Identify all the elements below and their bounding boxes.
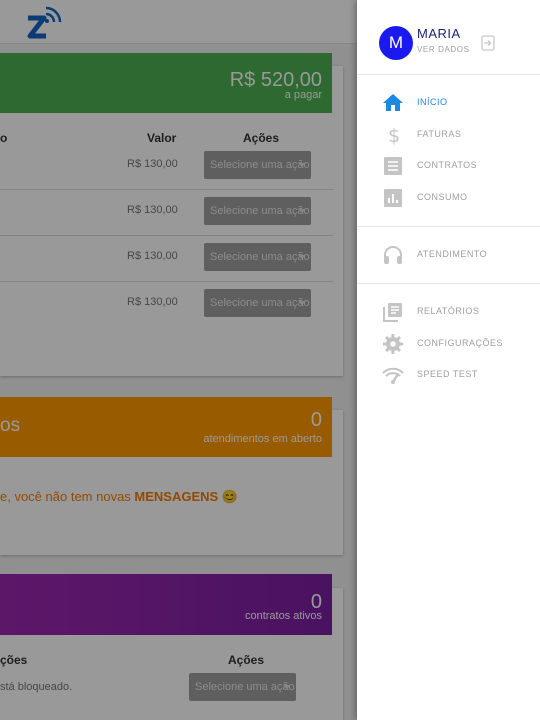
nav-item-label: FATURAS — [417, 129, 462, 139]
nav-item-label: SPEED TEST — [417, 369, 478, 379]
logout-icon[interactable] — [481, 35, 495, 51]
nav-item-inicio[interactable]: INÍCIO — [357, 89, 540, 117]
nav-item-faturas[interactable]: $ FATURAS — [357, 121, 540, 149]
nav-item-contratos[interactable]: CONTRATOS — [357, 152, 540, 180]
nav-item-consumo[interactable]: CONSUMO — [357, 184, 540, 212]
svg-text:$: $ — [388, 125, 400, 147]
gear-icon — [383, 334, 403, 354]
drawer-divider — [357, 226, 540, 227]
nav-item-atendimento[interactable]: ATENDIMENTO — [357, 241, 540, 269]
dollar-icon: $ — [388, 125, 400, 147]
navigation-drawer: M MARIA VER DADOS INÍCIO $ FATURAS CONTR… — [357, 0, 540, 720]
nav-item-label: ATENDIMENTO — [417, 249, 488, 259]
headset-icon — [384, 246, 402, 264]
drawer-divider — [357, 283, 540, 284]
nav-item-label: CONSUMO — [417, 192, 468, 202]
speed-test-icon — [382, 367, 404, 384]
nav-item-speed-test[interactable]: SPEED TEST — [357, 361, 540, 389]
bar-chart-icon — [384, 189, 402, 207]
library-icon — [383, 303, 402, 322]
user-name[interactable]: MARIA — [417, 26, 461, 41]
background-app: R$ 520,00 a pagar o Valor Ações R$ 130,0… — [0, 0, 357, 720]
nav-item-label: RELATÓRIOS — [417, 306, 480, 316]
document-icon — [384, 157, 402, 175]
nav-item-relatorios[interactable]: RELATÓRIOS — [357, 298, 540, 326]
drawer-scrim[interactable] — [0, 0, 357, 720]
nav-item-label: INÍCIO — [417, 97, 448, 107]
home-icon — [383, 94, 403, 111]
view-profile-link[interactable]: VER DADOS — [417, 45, 470, 54]
nav-item-configuracoes[interactable]: CONFIGURAÇÕES — [357, 330, 540, 358]
nav-item-label: CONFIGURAÇÕES — [417, 338, 504, 348]
nav-item-label: CONTRATOS — [417, 160, 478, 170]
avatar[interactable]: M — [379, 26, 413, 60]
drawer-divider — [357, 74, 540, 75]
